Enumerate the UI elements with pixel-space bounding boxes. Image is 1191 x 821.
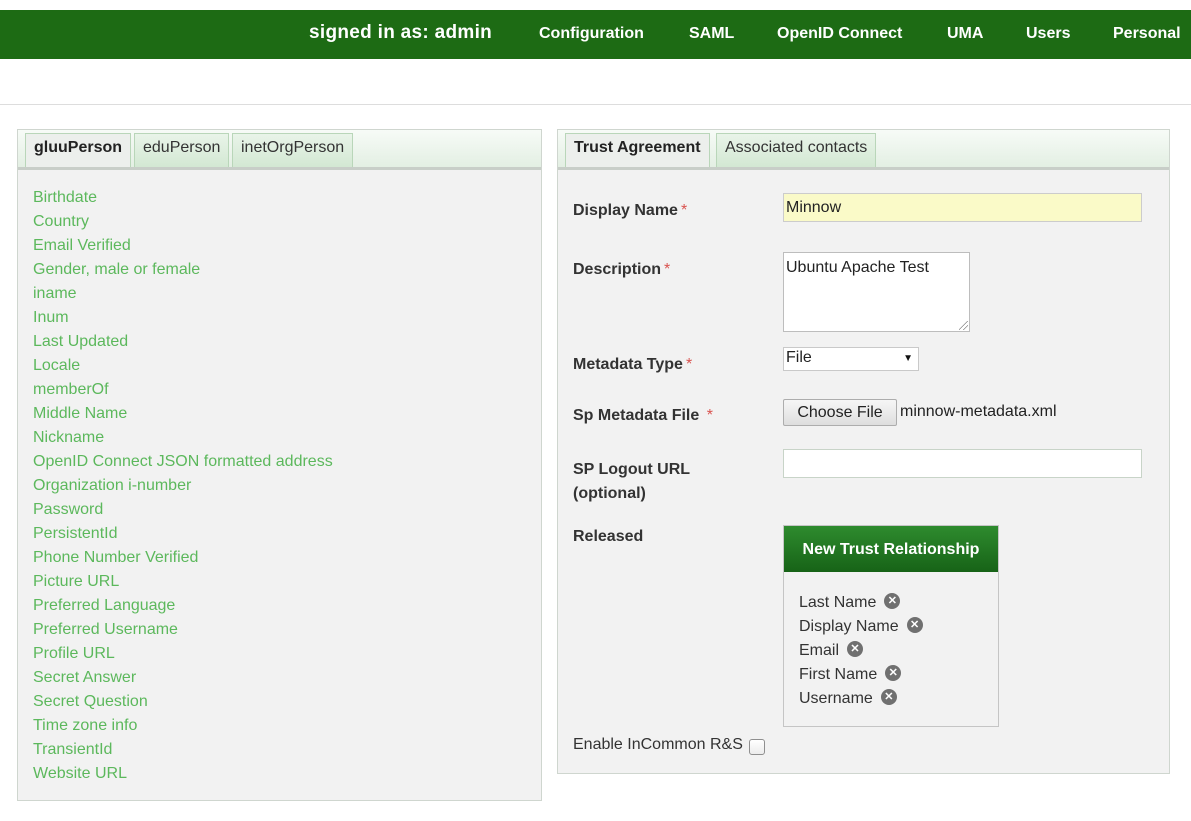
released-attribute-item: Display Name ✕ — [799, 615, 923, 639]
released-label: Released — [573, 528, 644, 545]
trust-tabstrip: Trust Agreement Associated contacts — [558, 130, 1169, 170]
attribute-item[interactable]: Middle Name — [33, 402, 333, 426]
trust-agreement-panel: Trust Agreement Associated contacts Disp… — [557, 129, 1170, 774]
metadata-type-value: File — [786, 349, 812, 366]
display-name-label: Display Name * — [573, 202, 688, 219]
attribute-item[interactable]: OpenID Connect JSON formatted address — [33, 450, 333, 474]
attribute-item[interactable]: Time zone info — [33, 714, 333, 738]
attribute-list: Birthdate Country Email Verified Gender, ma… — [33, 186, 333, 786]
attribute-item[interactable]: Phone Number Verified — [33, 546, 333, 570]
attribute-item[interactable]: Secret Question — [33, 690, 333, 714]
attribute-item[interactable]: Gender, male or female — [33, 258, 333, 282]
attribute-item[interactable]: memberOf — [33, 378, 333, 402]
nav-configuration[interactable]: Configuration — [539, 25, 644, 43]
attribute-item[interactable]: Email Verified — [33, 234, 333, 258]
tab-gluuperson[interactable]: gluuPerson — [25, 133, 132, 167]
nav-openid-connect[interactable]: OpenID Connect — [777, 25, 902, 43]
tab-associated-contacts[interactable]: Associated contacts — [716, 133, 877, 167]
released-attribute-label: Email — [799, 642, 840, 659]
attribute-item[interactable]: Last Updated — [33, 330, 333, 354]
released-attribute-item: Last Name ✕ — [799, 591, 923, 615]
metadata-type-label: Metadata Type * — [573, 356, 693, 373]
attribute-item[interactable]: Organization i-number — [33, 474, 333, 498]
sp-logout-url-label: SP Logout URL (optional) — [573, 461, 691, 502]
sp-logout-url-input[interactable] — [783, 449, 1142, 478]
remove-attribute-icon[interactable]: ✕ — [906, 617, 923, 634]
enable-incommon-label: Enable InCommon R&S — [573, 736, 743, 753]
nav-saml[interactable]: SAML — [689, 25, 734, 43]
released-attribute-item: Email ✕ — [799, 639, 923, 663]
required-mark: * — [706, 407, 713, 424]
display-name-input[interactable] — [783, 193, 1142, 222]
tab-eduperson[interactable]: eduPerson — [134, 133, 230, 167]
sp-metadata-file-label: Sp Metadata File * — [573, 407, 713, 424]
attribute-panel: gluuPerson eduPerson inetOrgPerson Birth… — [17, 129, 542, 801]
attribute-item[interactable]: TransientId — [33, 738, 333, 762]
released-attribute-list: Last Name ✕ Display Name ✕ Email ✕ First Name ✕… — [799, 591, 923, 711]
attribute-item[interactable]: Birthdate — [33, 186, 333, 210]
remove-attribute-icon[interactable]: ✕ — [847, 641, 864, 658]
description-label: Description * — [573, 261, 671, 278]
remove-attribute-icon[interactable]: ✕ — [885, 665, 902, 682]
top-nav-bar: signed in as: admin Configuration SAML O… — [0, 10, 1191, 59]
released-attribute-label: Last Name — [799, 594, 877, 611]
choose-file-button[interactable]: Choose File — [783, 399, 897, 426]
attribute-item[interactable]: Picture URL — [33, 570, 333, 594]
selected-file-name: minnow-metadata.xml — [900, 403, 1057, 420]
tab-trust-agreement[interactable]: Trust Agreement — [565, 133, 710, 167]
attribute-item[interactable]: PersistentId — [33, 522, 333, 546]
released-attribute-item: First Name ✕ — [799, 663, 923, 687]
attribute-item[interactable]: Profile URL — [33, 642, 333, 666]
metadata-type-select[interactable]: File ▼ — [783, 347, 919, 371]
attribute-item[interactable]: Password — [33, 498, 333, 522]
attribute-item[interactable]: Inum — [33, 306, 333, 330]
enable-incommon-checkbox[interactable] — [749, 739, 765, 755]
signed-in-label: signed in as: admin — [309, 22, 493, 43]
released-attribute-label: First Name — [799, 666, 878, 683]
attribute-item[interactable]: Secret Answer — [33, 666, 333, 690]
required-mark: * — [685, 356, 693, 373]
attribute-item[interactable]: Preferred Language — [33, 594, 333, 618]
attribute-item[interactable]: Preferred Username — [33, 618, 333, 642]
attribute-item[interactable]: Nickname — [33, 426, 333, 450]
remove-attribute-icon[interactable]: ✕ — [884, 593, 901, 610]
description-value: Ubuntu Apache Test — [786, 259, 929, 276]
dropdown-arrow-icon: ▼ — [903, 353, 913, 364]
nav-uma[interactable]: UMA — [947, 25, 983, 43]
attribute-tabstrip: gluuPerson eduPerson inetOrgPerson — [18, 130, 541, 170]
required-mark: * — [664, 261, 671, 278]
attribute-item[interactable]: Country — [33, 210, 333, 234]
nav-users[interactable]: Users — [1026, 25, 1070, 43]
required-mark: * — [680, 202, 688, 219]
released-attributes-box: New Trust Relationship Last Name ✕ Display… — [783, 525, 999, 727]
attribute-item[interactable]: Locale — [33, 354, 333, 378]
tab-inetorgperson[interactable]: inetOrgPerson — [232, 133, 354, 167]
released-attribute-label: Username — [799, 690, 873, 707]
nav-personal[interactable]: Personal — [1113, 25, 1181, 43]
attribute-item[interactable]: iname — [33, 282, 333, 306]
description-textarea[interactable]: Ubuntu Apache Test — [783, 252, 970, 332]
header-divider — [0, 104, 1191, 105]
new-trust-relationship-header: New Trust Relationship — [784, 526, 998, 572]
released-attribute-item: Username ✕ — [799, 687, 923, 711]
attribute-item[interactable]: Website URL — [33, 762, 333, 786]
released-attribute-label: Display Name — [799, 618, 899, 635]
resize-grip-icon[interactable] — [959, 321, 968, 330]
remove-attribute-icon[interactable]: ✕ — [880, 689, 897, 706]
